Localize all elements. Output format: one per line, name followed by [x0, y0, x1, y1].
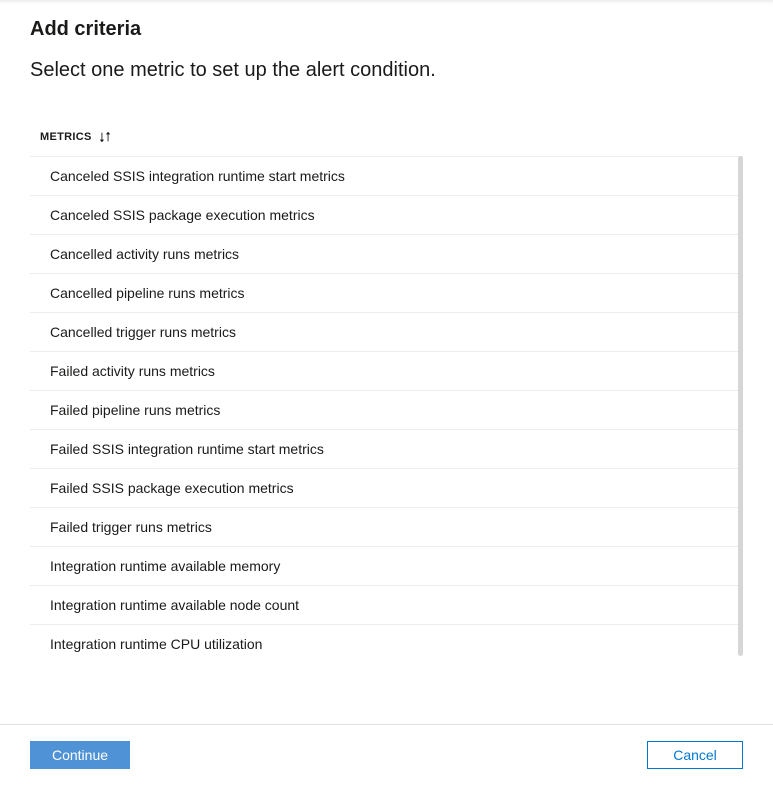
continue-button[interactable]: Continue — [30, 741, 130, 769]
list-item[interactable]: Failed SSIS package execution metrics — [30, 468, 743, 507]
panel-title: Add criteria — [30, 18, 743, 41]
content-area: Add criteria Select one metric to set up… — [0, 0, 773, 724]
sort-icon — [98, 130, 112, 144]
list-item[interactable]: Integration runtime available memory — [30, 546, 743, 585]
list-item[interactable]: Canceled SSIS package execution metrics — [30, 195, 743, 234]
list-item[interactable]: Cancelled trigger runs metrics — [30, 312, 743, 351]
list-item[interactable]: Integration runtime CPU utilization — [30, 624, 743, 663]
panel-subtitle: Select one metric to set up the alert co… — [30, 59, 743, 82]
list-item[interactable]: Failed trigger runs metrics — [30, 507, 743, 546]
scrollbar[interactable] — [738, 156, 743, 656]
cancel-button[interactable]: Cancel — [647, 741, 743, 769]
list-item[interactable]: Cancelled pipeline runs metrics — [30, 273, 743, 312]
list-item[interactable]: Integration runtime available node count — [30, 585, 743, 624]
list-item[interactable]: Failed pipeline runs metrics — [30, 390, 743, 429]
metrics-list[interactable]: Canceled SSIS integration runtime start … — [30, 156, 743, 663]
list-item[interactable]: Cancelled activity runs metrics — [30, 234, 743, 273]
list-item[interactable]: Failed activity runs metrics — [30, 351, 743, 390]
add-criteria-panel: Add criteria Select one metric to set up… — [0, 0, 773, 785]
footer: Continue Cancel — [0, 724, 773, 785]
list-item[interactable]: Failed SSIS integration runtime start me… — [30, 429, 743, 468]
metrics-header-label: METRICS — [40, 131, 92, 143]
metrics-list-wrapper: Canceled SSIS integration runtime start … — [30, 156, 743, 724]
metrics-column-header[interactable]: METRICS — [30, 130, 743, 156]
list-item[interactable]: Canceled SSIS integration runtime start … — [30, 156, 743, 195]
